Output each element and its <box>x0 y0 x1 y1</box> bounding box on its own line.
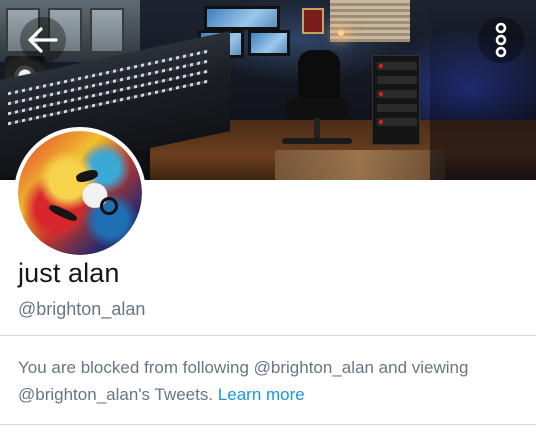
blocked-notice-handle: @brighton_alan's <box>18 385 151 404</box>
blocked-notice: You are blocked from following @brighton… <box>18 354 523 408</box>
more-vertical-icon <box>495 22 507 58</box>
banner-equipment-rack <box>372 55 420 145</box>
blocked-notice-text: and viewing <box>378 358 469 377</box>
arrow-left-icon <box>28 27 58 53</box>
blocked-notice-text: Tweets. <box>154 385 214 404</box>
profile-avatar[interactable] <box>14 127 146 259</box>
learn-more-link[interactable]: Learn more <box>218 385 305 404</box>
profile-handle: @brighton_alan <box>18 299 146 319</box>
banner-monitor <box>204 6 280 30</box>
blocked-notice-handle: @brighton_alan <box>253 358 374 377</box>
back-button[interactable] <box>20 17 66 63</box>
divider <box>0 424 536 425</box>
divider <box>0 335 536 336</box>
banner-lamp <box>338 30 344 36</box>
more-options-button[interactable] <box>478 17 524 63</box>
banner-monitor <box>248 30 290 56</box>
display-name: just alan <box>18 258 120 288</box>
profile-page: just alan @brighton_alan You are blocked… <box>0 0 536 437</box>
blocked-notice-text: You are blocked from following <box>18 358 249 377</box>
banner-award-frame <box>302 8 324 34</box>
banner-rug <box>275 150 445 180</box>
